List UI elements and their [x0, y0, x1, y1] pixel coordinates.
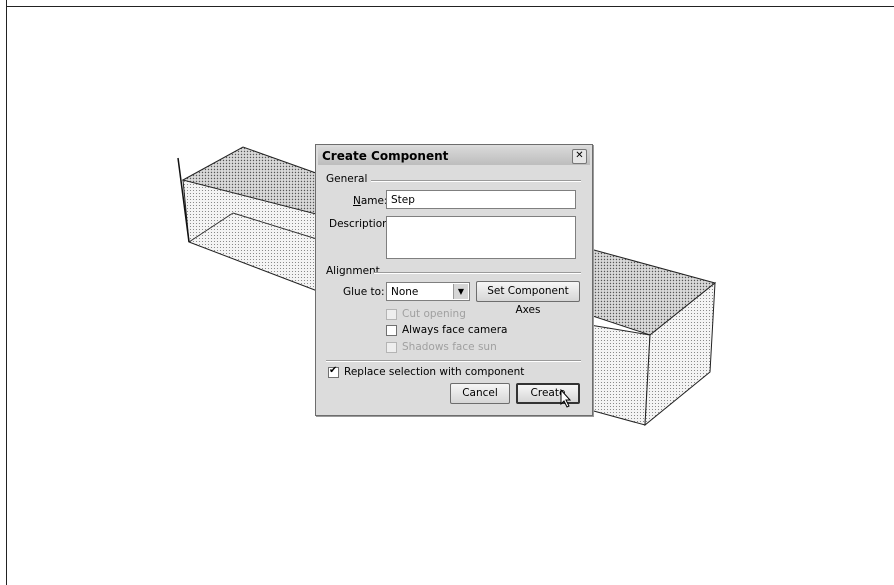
box-front-face-right	[589, 324, 651, 426]
checkmark-icon: ✔	[329, 365, 338, 376]
always-face-camera-label: Always face camera	[402, 324, 508, 336]
general-section-label: General	[326, 173, 368, 185]
pointer-cursor-icon	[560, 389, 572, 408]
replace-selection-checkbox[interactable]: ✔	[328, 365, 339, 378]
close-icon[interactable]: ✕	[572, 149, 587, 164]
name-field-value: Step	[391, 194, 415, 206]
replace-selection-label: Replace selection with component	[344, 366, 525, 378]
description-field[interactable]	[386, 216, 576, 259]
glue-to-select[interactable]: None ▼	[386, 282, 470, 301]
dialog-titlebar[interactable]: Create Component ✕	[318, 147, 590, 165]
general-separator	[371, 180, 581, 182]
create-component-dialog: Create Component ✕ General Name: Step De…	[315, 144, 593, 416]
chevron-down-icon[interactable]: ▼	[453, 284, 468, 299]
options-separator	[326, 360, 581, 362]
name-label: Name:	[353, 195, 388, 207]
cancel-button[interactable]: Cancel	[450, 383, 510, 404]
glue-to-value: None	[391, 286, 419, 298]
alignment-separator	[374, 272, 581, 274]
name-field[interactable]: Step	[386, 190, 576, 209]
shadows-face-sun-label: Shadows face sun	[402, 341, 497, 353]
description-label: Description:	[329, 218, 393, 230]
set-component-axes-button[interactable]: Set Component Axes	[476, 281, 580, 316]
glue-to-label: Glue to:	[343, 286, 385, 298]
dialog-title: Create Component	[322, 149, 449, 163]
cut-opening-checkbox[interactable]	[386, 309, 397, 320]
shadows-face-sun-checkbox[interactable]	[386, 342, 397, 353]
always-face-camera-checkbox[interactable]	[386, 325, 397, 336]
cut-opening-label: Cut opening	[402, 308, 466, 320]
alignment-section-label: Alignment	[326, 265, 380, 277]
